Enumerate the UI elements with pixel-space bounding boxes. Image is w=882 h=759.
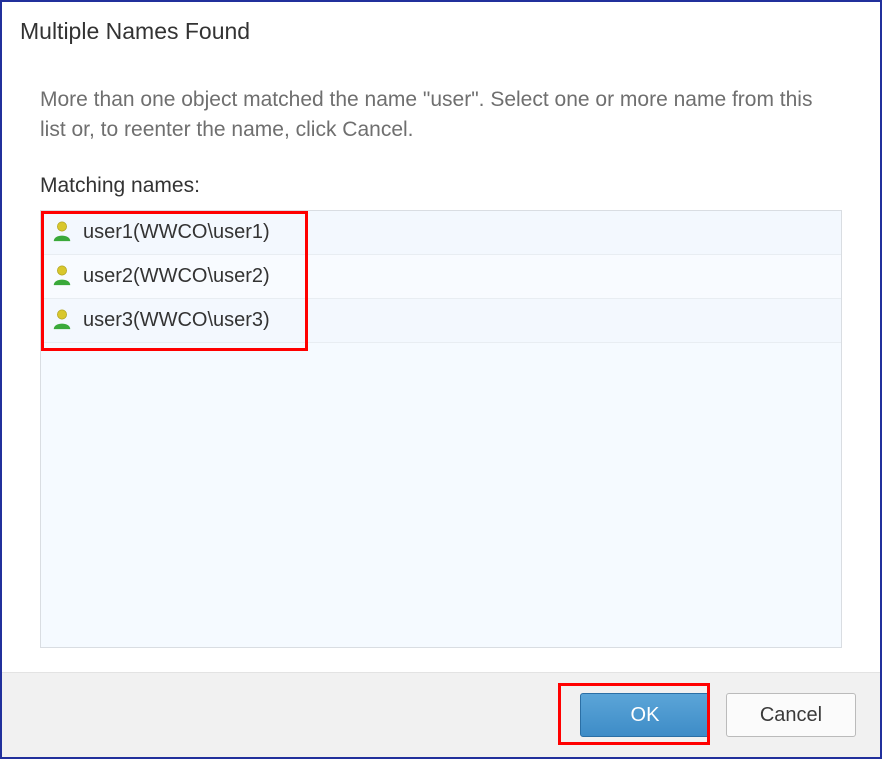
instruction-text: More than one object matched the name "u… xyxy=(40,85,842,146)
dialog-footer: OK Cancel xyxy=(2,672,880,757)
dialog-body: More than one object matched the name "u… xyxy=(2,45,880,672)
list-item[interactable]: user2(WWCO\user2) xyxy=(41,255,841,299)
list-item[interactable]: user3(WWCO\user3) xyxy=(41,299,841,343)
user-icon xyxy=(51,265,73,287)
list-item[interactable]: user1(WWCO\user1) xyxy=(41,211,841,255)
multiple-names-dialog: Multiple Names Found More than one objec… xyxy=(0,0,882,759)
ok-button[interactable]: OK xyxy=(580,693,710,737)
list-item-label: user3(WWCO\user3) xyxy=(83,309,270,332)
cancel-button[interactable]: Cancel xyxy=(726,693,856,737)
user-icon xyxy=(51,221,73,243)
list-item-label: user2(WWCO\user2) xyxy=(83,265,270,288)
list-item-label: user1(WWCO\user1) xyxy=(83,221,270,244)
user-icon xyxy=(51,309,73,331)
matching-names-label: Matching names: xyxy=(40,174,842,198)
dialog-title: Multiple Names Found xyxy=(2,2,880,45)
matching-names-listbox[interactable]: user1(WWCO\user1) user2(WWCO\user2) user… xyxy=(40,210,842,648)
